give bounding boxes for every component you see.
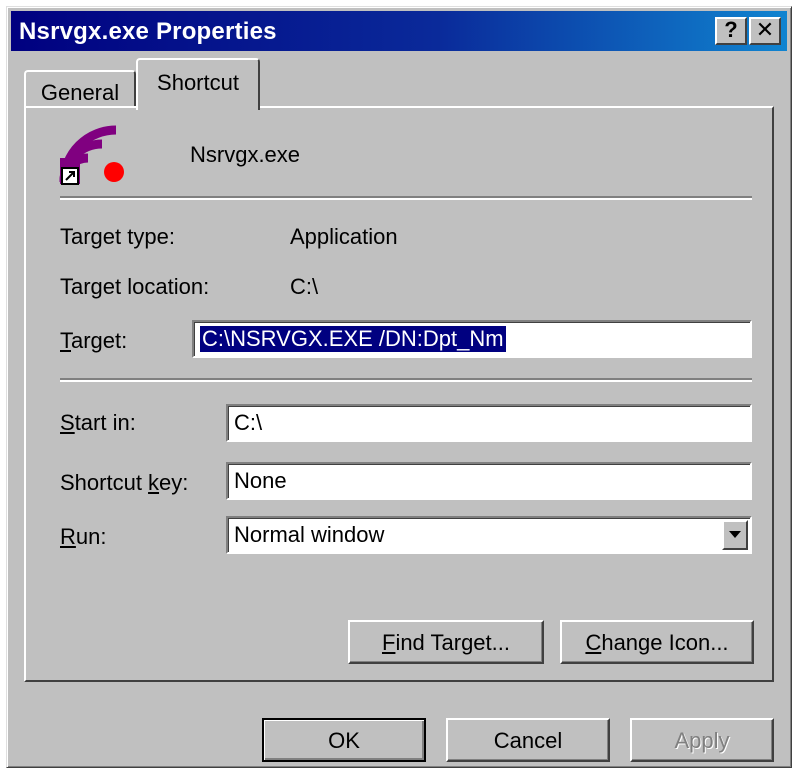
run-label: Run:: [60, 524, 107, 549]
run-label-mnemonic: R: [60, 524, 76, 549]
shortcut-key-value: None: [234, 468, 287, 493]
cancel-label: Cancel: [493, 728, 563, 753]
shortcut-key-input[interactable]: None: [226, 462, 752, 500]
find-target-button[interactable]: Find Target...: [348, 620, 544, 664]
window-title: Nsrvgx.exe Properties: [19, 18, 277, 45]
target-type-label: Target type:: [60, 224, 175, 249]
change-icon-button[interactable]: Change Icon...: [560, 620, 754, 664]
dropdown-button[interactable]: [722, 520, 748, 550]
run-select[interactable]: Normal window: [226, 516, 752, 554]
target-label: Target:: [60, 328, 128, 353]
start-in-label-mnemonic: S: [60, 410, 75, 435]
shortcut-arrow-icon: [61, 167, 79, 185]
apply-label: Apply: [674, 728, 730, 753]
target-label-mnemonic: T: [60, 328, 71, 353]
tab-shortcut[interactable]: Shortcut: [136, 58, 260, 110]
start-in-label: Start in:: [60, 410, 136, 435]
start-in-value: C:\: [234, 410, 263, 435]
chevron-down-icon: [729, 531, 741, 538]
separator: [60, 378, 752, 382]
separator: [60, 196, 752, 200]
target-input-value: C:\NSRVGX.EXE /DN:Dpt_Nm: [200, 326, 506, 352]
cancel-button[interactable]: Cancel: [446, 718, 610, 762]
ok-label: OK: [328, 728, 360, 753]
ok-button[interactable]: OK: [262, 718, 426, 762]
shortcut-key-label-mnemonic: k: [148, 470, 160, 495]
shortcut-app-icon: [59, 125, 124, 185]
shortcut-key-label: Shortcut key:: [60, 470, 189, 495]
title-bar[interactable]: Nsrvgx.exe Properties ? ✕: [11, 11, 787, 51]
find-target-mnemonic: F: [381, 630, 396, 655]
target-location-value: C:\: [290, 274, 319, 299]
tab-general-label: General: [40, 80, 120, 105]
apply-button: Apply: [630, 718, 774, 762]
shortcut-tab-panel: [24, 106, 774, 682]
tab-shortcut-label: Shortcut: [157, 70, 239, 95]
target-type-value: Application: [290, 224, 398, 249]
run-value: Normal window: [234, 522, 385, 547]
target-location-label: Target location:: [60, 274, 210, 299]
shortcut-name: Nsrvgx.exe: [190, 142, 301, 167]
change-icon-mnemonic: C: [585, 630, 602, 655]
tab-general[interactable]: General: [24, 70, 136, 108]
start-in-input[interactable]: C:\: [226, 404, 752, 442]
close-button[interactable]: ✕: [749, 17, 781, 45]
help-button[interactable]: ?: [715, 17, 747, 45]
target-input[interactable]: C:\NSRVGX.EXE /DN:Dpt_Nm: [192, 320, 752, 358]
